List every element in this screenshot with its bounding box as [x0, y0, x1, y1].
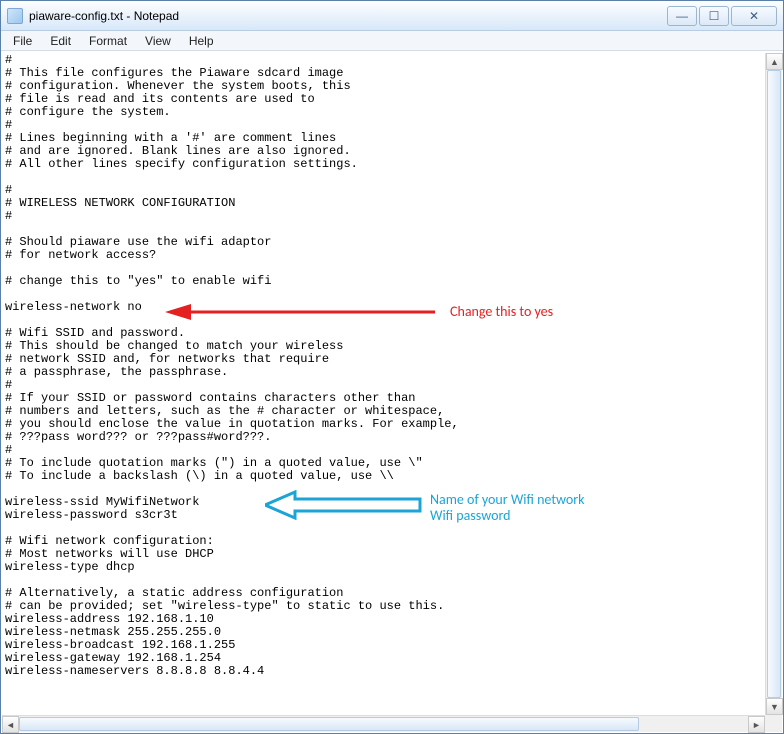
menu-file[interactable]: File: [5, 32, 40, 50]
scrollbar-right-button[interactable]: ►: [748, 716, 765, 733]
close-button[interactable]: ✕: [731, 6, 777, 26]
scrollbar-down-button[interactable]: ▼: [766, 698, 783, 715]
menu-view[interactable]: View: [137, 32, 179, 50]
annotation-label-blue-2: Wifi password: [430, 507, 511, 524]
maximize-icon: ☐: [709, 9, 720, 23]
notepad-window: piaware-config.txt - Notepad — ☐ ✕ File …: [0, 0, 784, 734]
titlebar[interactable]: piaware-config.txt - Notepad — ☐ ✕: [1, 1, 783, 31]
scrollbar-v-thumb[interactable]: [767, 70, 781, 698]
menu-edit[interactable]: Edit: [42, 32, 79, 50]
menu-help[interactable]: Help: [181, 32, 222, 50]
scrollbar-vertical[interactable]: ▲ ▼: [765, 53, 782, 715]
scrollbar-up-button[interactable]: ▲: [766, 53, 783, 70]
file-content[interactable]: # # This file configures the Piaware sdc…: [5, 54, 763, 678]
scrollbar-v-track[interactable]: [766, 70, 782, 698]
window-controls: — ☐ ✕: [667, 6, 777, 26]
annotation-label-red: Change this to yes: [450, 303, 553, 320]
minimize-button[interactable]: —: [667, 6, 697, 26]
minimize-icon: —: [676, 9, 688, 23]
window-title: piaware-config.txt - Notepad: [29, 9, 667, 23]
scrollbar-corner: [765, 715, 782, 732]
editor-area: # # This file configures the Piaware sdc…: [1, 51, 783, 733]
close-icon: ✕: [749, 9, 759, 23]
scrollbar-horizontal[interactable]: ◄ ►: [2, 715, 765, 732]
scrollbar-h-thumb[interactable]: [19, 717, 639, 731]
notepad-icon: [7, 8, 23, 24]
menu-format[interactable]: Format: [81, 32, 135, 50]
maximize-button[interactable]: ☐: [699, 6, 729, 26]
text-viewport[interactable]: # # This file configures the Piaware sdc…: [5, 54, 763, 713]
scrollbar-left-button[interactable]: ◄: [2, 716, 19, 733]
menubar: File Edit Format View Help: [1, 31, 783, 51]
annotation-label-blue-1: Name of your Wifi network: [430, 491, 585, 508]
